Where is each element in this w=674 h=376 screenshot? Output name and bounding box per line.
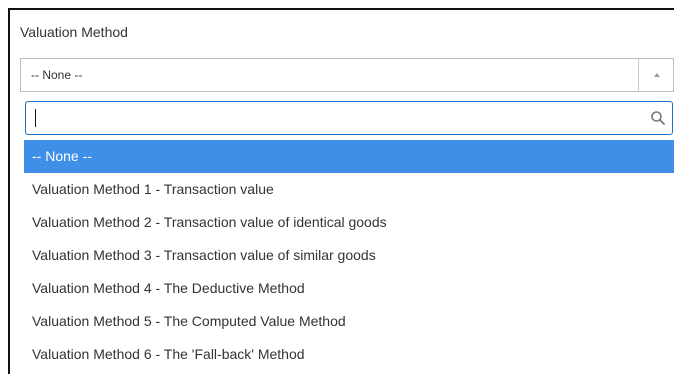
select-divider <box>638 59 639 91</box>
caret-up-icon[interactable] <box>652 70 662 80</box>
valuation-method-panel: Valuation Method -- None -- -- None -- V… <box>8 8 674 376</box>
valuation-method-select[interactable]: -- None -- <box>20 58 674 92</box>
select-current-value: -- None -- <box>31 68 83 82</box>
dropdown-search-box[interactable] <box>25 101 673 135</box>
option-method-6[interactable]: Valuation Method 6 - The 'Fall-back' Met… <box>24 338 674 371</box>
option-method-3[interactable]: Valuation Method 3 - Transaction value o… <box>24 239 674 272</box>
option-method-2[interactable]: Valuation Method 2 - Transaction value o… <box>24 206 674 239</box>
search-icon <box>651 111 665 125</box>
option-method-1[interactable]: Valuation Method 1 - Transaction value <box>24 173 674 206</box>
option-method-5[interactable]: Valuation Method 5 - The Computed Value … <box>24 305 674 338</box>
dropdown-search-input[interactable] <box>33 106 633 130</box>
valuation-method-dropdown: -- None -- Valuation Method 1 - Transact… <box>22 93 674 376</box>
option-none[interactable]: -- None -- <box>24 140 674 173</box>
dropdown-options-list: -- None -- Valuation Method 1 - Transact… <box>24 140 674 371</box>
option-method-4[interactable]: Valuation Method 4 - The Deductive Metho… <box>24 272 674 305</box>
text-cursor <box>35 109 36 127</box>
valuation-method-label: Valuation Method <box>20 24 128 40</box>
